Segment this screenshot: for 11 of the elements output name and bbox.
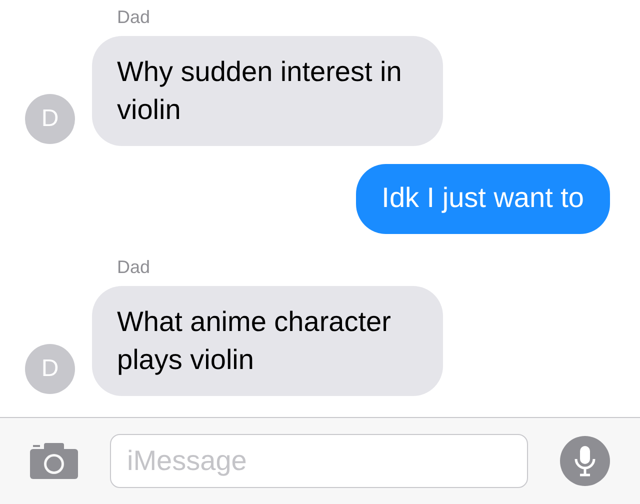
sender-name: Dad xyxy=(117,6,152,28)
sent-message: Idk I just want to xyxy=(356,164,610,234)
microphone-button[interactable] xyxy=(560,436,610,486)
received-message: Why sudden interest in violin xyxy=(92,36,443,146)
received-message: What anime character plays violin xyxy=(92,286,443,396)
sender-name: Dad xyxy=(117,256,152,278)
avatar: D xyxy=(25,94,75,144)
microphone-icon xyxy=(574,445,596,477)
camera-icon[interactable] xyxy=(30,443,78,479)
message-field[interactable]: iMessage xyxy=(110,434,528,488)
avatar: D xyxy=(25,344,75,394)
